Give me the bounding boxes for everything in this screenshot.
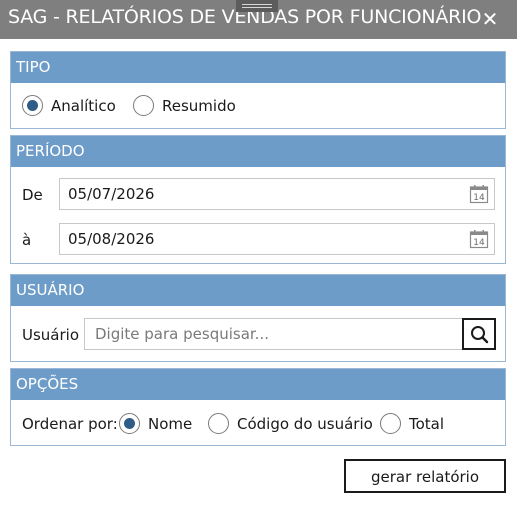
radio-circle bbox=[380, 413, 401, 434]
tipo-header: TIPO bbox=[11, 52, 505, 83]
radio-circle bbox=[133, 95, 154, 116]
generate-report-button[interactable]: gerar relatório bbox=[344, 459, 506, 493]
start-date-field[interactable]: 05/07/2026 14 bbox=[59, 178, 495, 210]
close-icon: ✕ bbox=[481, 7, 499, 31]
drag-handle-line bbox=[242, 7, 272, 8]
order-nome-radio[interactable]: Nome bbox=[119, 413, 192, 434]
drag-handle[interactable] bbox=[236, 0, 278, 12]
radio-circle bbox=[208, 413, 229, 434]
tipo-group: TIPO Analítico Resumido bbox=[10, 51, 506, 129]
periodo-header: PERÍODO bbox=[11, 136, 505, 167]
ordenar-por-label: Ordenar por: bbox=[22, 415, 118, 433]
order-codigo-radio[interactable]: Código do usuário bbox=[208, 413, 373, 434]
calendar-icon[interactable]: 14 bbox=[469, 184, 489, 204]
tipo-analitico-label: Analítico bbox=[51, 96, 116, 115]
radio-circle bbox=[22, 95, 43, 116]
radio-selected-dot bbox=[124, 418, 135, 429]
usuario-group: USUÁRIO Usuário bbox=[10, 274, 506, 362]
usuario-header: USUÁRIO bbox=[11, 275, 505, 306]
usuario-label: Usuário bbox=[22, 326, 80, 344]
calendar-day: 14 bbox=[473, 238, 485, 248]
opcoes-group: OPÇÕES Ordenar por: Nome Código do usuár… bbox=[10, 368, 506, 446]
calendar-icon[interactable]: 14 bbox=[469, 229, 489, 249]
periodo-group: PERÍODO De 05/07/2026 14 à 05/08/2026 14 bbox=[10, 135, 506, 264]
ate-label: à bbox=[22, 231, 32, 249]
calendar-day: 14 bbox=[473, 193, 485, 203]
de-label: De bbox=[22, 186, 43, 204]
tipo-resumido-label: Resumido bbox=[162, 96, 236, 115]
end-date-field[interactable]: 05/08/2026 14 bbox=[59, 223, 495, 255]
tipo-analitico-radio[interactable]: Analítico bbox=[22, 95, 116, 116]
close-button[interactable]: ✕ bbox=[478, 7, 502, 31]
order-codigo-label: Código do usuário bbox=[237, 414, 373, 433]
order-nome-label: Nome bbox=[148, 414, 193, 433]
usuario-search-box bbox=[84, 318, 464, 350]
title-bar[interactable]: SAG - RELATÓRIOS DE VENDAS POR FUNCIONÁR… bbox=[0, 0, 517, 39]
order-total-radio[interactable]: Total bbox=[380, 413, 444, 434]
search-button[interactable] bbox=[462, 318, 496, 350]
start-date-value: 05/07/2026 bbox=[68, 185, 155, 203]
order-total-label: Total bbox=[409, 414, 445, 433]
opcoes-header: OPÇÕES bbox=[11, 369, 505, 400]
search-icon bbox=[471, 326, 489, 344]
usuario-search-input[interactable] bbox=[85, 319, 463, 349]
tipo-resumido-radio[interactable]: Resumido bbox=[133, 95, 236, 116]
end-date-value: 05/08/2026 bbox=[68, 230, 155, 248]
drag-handle-line bbox=[242, 4, 272, 5]
radio-circle bbox=[119, 413, 140, 434]
radio-selected-dot bbox=[27, 100, 38, 111]
